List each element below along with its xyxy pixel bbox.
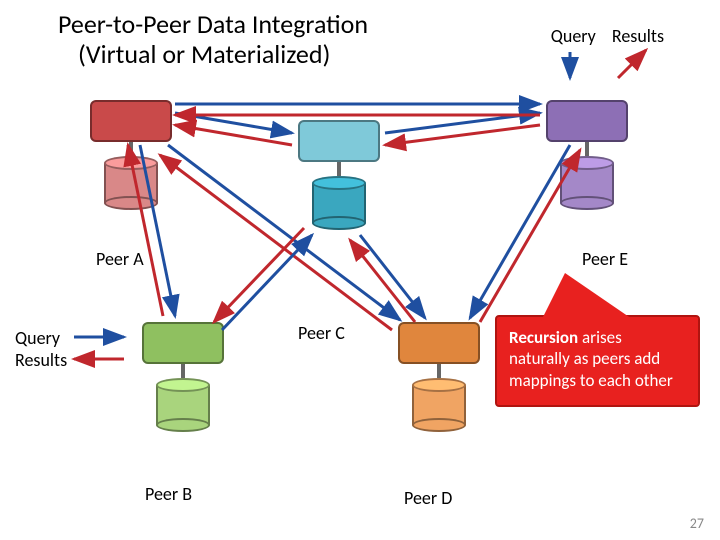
peer-e-node xyxy=(546,100,628,210)
slide-title: Peer-to-Peer Data Integration (Virtual o… xyxy=(58,10,368,70)
label-peer-d: Peer D xyxy=(404,487,452,509)
peer-d-node xyxy=(398,322,480,432)
peer-c-node xyxy=(298,120,380,230)
legend-query: Query xyxy=(551,25,596,47)
peer-b-node xyxy=(142,322,224,432)
label-peer-a: Peer A xyxy=(96,248,144,270)
callout-bold: Recursion xyxy=(509,327,578,348)
title-line1: Peer-to-Peer Data Integration xyxy=(58,8,368,40)
legend-results: Results xyxy=(612,25,664,47)
label-peer-e: Peer E xyxy=(582,248,628,270)
legend: Query Results xyxy=(545,25,670,47)
recursion-callout: Recursion arises naturally as peers add … xyxy=(495,315,700,407)
side-label-query: Query xyxy=(15,327,60,349)
slide-number: 27 xyxy=(690,515,704,532)
arrows-layer xyxy=(0,0,720,540)
label-peer-b: Peer B xyxy=(145,483,192,505)
side-label-results: Results xyxy=(15,349,67,371)
title-line2: (Virtual or Materialized) xyxy=(58,38,330,70)
peer-a-node xyxy=(90,100,172,210)
label-peer-c: Peer C xyxy=(298,322,345,344)
